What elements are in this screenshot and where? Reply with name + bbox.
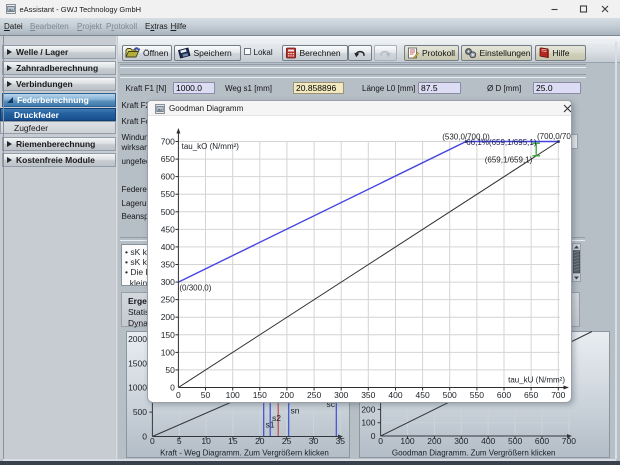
svg-text:650: 650 xyxy=(524,390,538,400)
svg-text:(700,0/700,0): (700,0/700,0) xyxy=(537,132,571,141)
svg-text:30: 30 xyxy=(309,436,319,446)
svg-text:500: 500 xyxy=(443,390,457,400)
svg-text:550: 550 xyxy=(161,189,175,199)
svg-text:Kraft - Weg Diagramm. Zum Verg: Kraft - Weg Diagramm. Zum Vergrößern kli… xyxy=(160,449,329,458)
svg-text:500: 500 xyxy=(508,436,522,446)
svg-text:150: 150 xyxy=(161,330,175,340)
svg-text:200: 200 xyxy=(161,312,175,322)
svg-text:400: 400 xyxy=(161,242,175,252)
svg-text:350: 350 xyxy=(161,260,175,270)
svg-text:sn: sn xyxy=(291,406,300,416)
svg-text:0: 0 xyxy=(176,390,181,400)
svg-text:350: 350 xyxy=(361,390,375,400)
svg-text:tau_kU (N/mm²): tau_kU (N/mm²) xyxy=(508,376,565,385)
svg-text:1500: 1500 xyxy=(128,358,147,368)
svg-text:25: 25 xyxy=(282,436,292,446)
svg-text:100: 100 xyxy=(226,390,240,400)
svg-text:200: 200 xyxy=(361,404,375,414)
svg-text:2000: 2000 xyxy=(128,334,147,344)
svg-text:5: 5 xyxy=(177,436,182,446)
svg-text:100: 100 xyxy=(161,347,175,357)
svg-text:500: 500 xyxy=(161,207,175,217)
svg-text:15: 15 xyxy=(228,436,238,446)
svg-text:500: 500 xyxy=(133,407,147,417)
svg-text:100: 100 xyxy=(400,436,414,446)
svg-text:250: 250 xyxy=(307,390,321,400)
svg-text:66,1%(659,1/695,1): 66,1%(659,1/695,1) xyxy=(466,138,537,147)
svg-text:0: 0 xyxy=(370,431,375,441)
svg-text:550: 550 xyxy=(470,390,484,400)
svg-text:400: 400 xyxy=(388,390,402,400)
svg-text:300: 300 xyxy=(454,436,468,446)
svg-text:0: 0 xyxy=(150,436,155,446)
svg-text:s2: s2 xyxy=(272,413,281,423)
svg-text:450: 450 xyxy=(416,390,430,400)
svg-text:700: 700 xyxy=(161,137,175,147)
svg-text:200: 200 xyxy=(427,436,441,446)
svg-text:10: 10 xyxy=(201,436,211,446)
svg-text:1000: 1000 xyxy=(128,383,147,393)
svg-text:150: 150 xyxy=(253,390,267,400)
svg-text:(659,1/659,1): (659,1/659,1) xyxy=(485,156,533,165)
svg-text:300: 300 xyxy=(161,277,175,287)
svg-text:400: 400 xyxy=(481,436,495,446)
svg-text:(0/300,0): (0/300,0) xyxy=(179,284,211,293)
svg-text:50: 50 xyxy=(165,365,175,375)
svg-text:300: 300 xyxy=(334,390,348,400)
svg-text:600: 600 xyxy=(497,390,511,400)
svg-text:100: 100 xyxy=(361,418,375,428)
svg-text:700: 700 xyxy=(551,390,565,400)
svg-text:0: 0 xyxy=(142,432,147,442)
svg-text:650: 650 xyxy=(161,154,175,164)
svg-text:250: 250 xyxy=(161,295,175,305)
svg-text:700: 700 xyxy=(561,436,575,446)
svg-text:0: 0 xyxy=(170,383,175,393)
svg-text:0: 0 xyxy=(378,436,383,446)
svg-text:200: 200 xyxy=(280,390,294,400)
svg-text:tau_kO (N/mm²): tau_kO (N/mm²) xyxy=(182,142,240,151)
svg-text:Goodman Diagramm. Zum Vergröße: Goodman Diagramm. Zum Vergrößern klicken xyxy=(391,449,555,458)
svg-text:450: 450 xyxy=(161,224,175,234)
svg-text:600: 600 xyxy=(161,172,175,182)
svg-text:20: 20 xyxy=(255,436,265,446)
svg-text:600: 600 xyxy=(534,436,548,446)
svg-text:50: 50 xyxy=(201,390,211,400)
svg-text:35: 35 xyxy=(336,436,346,446)
